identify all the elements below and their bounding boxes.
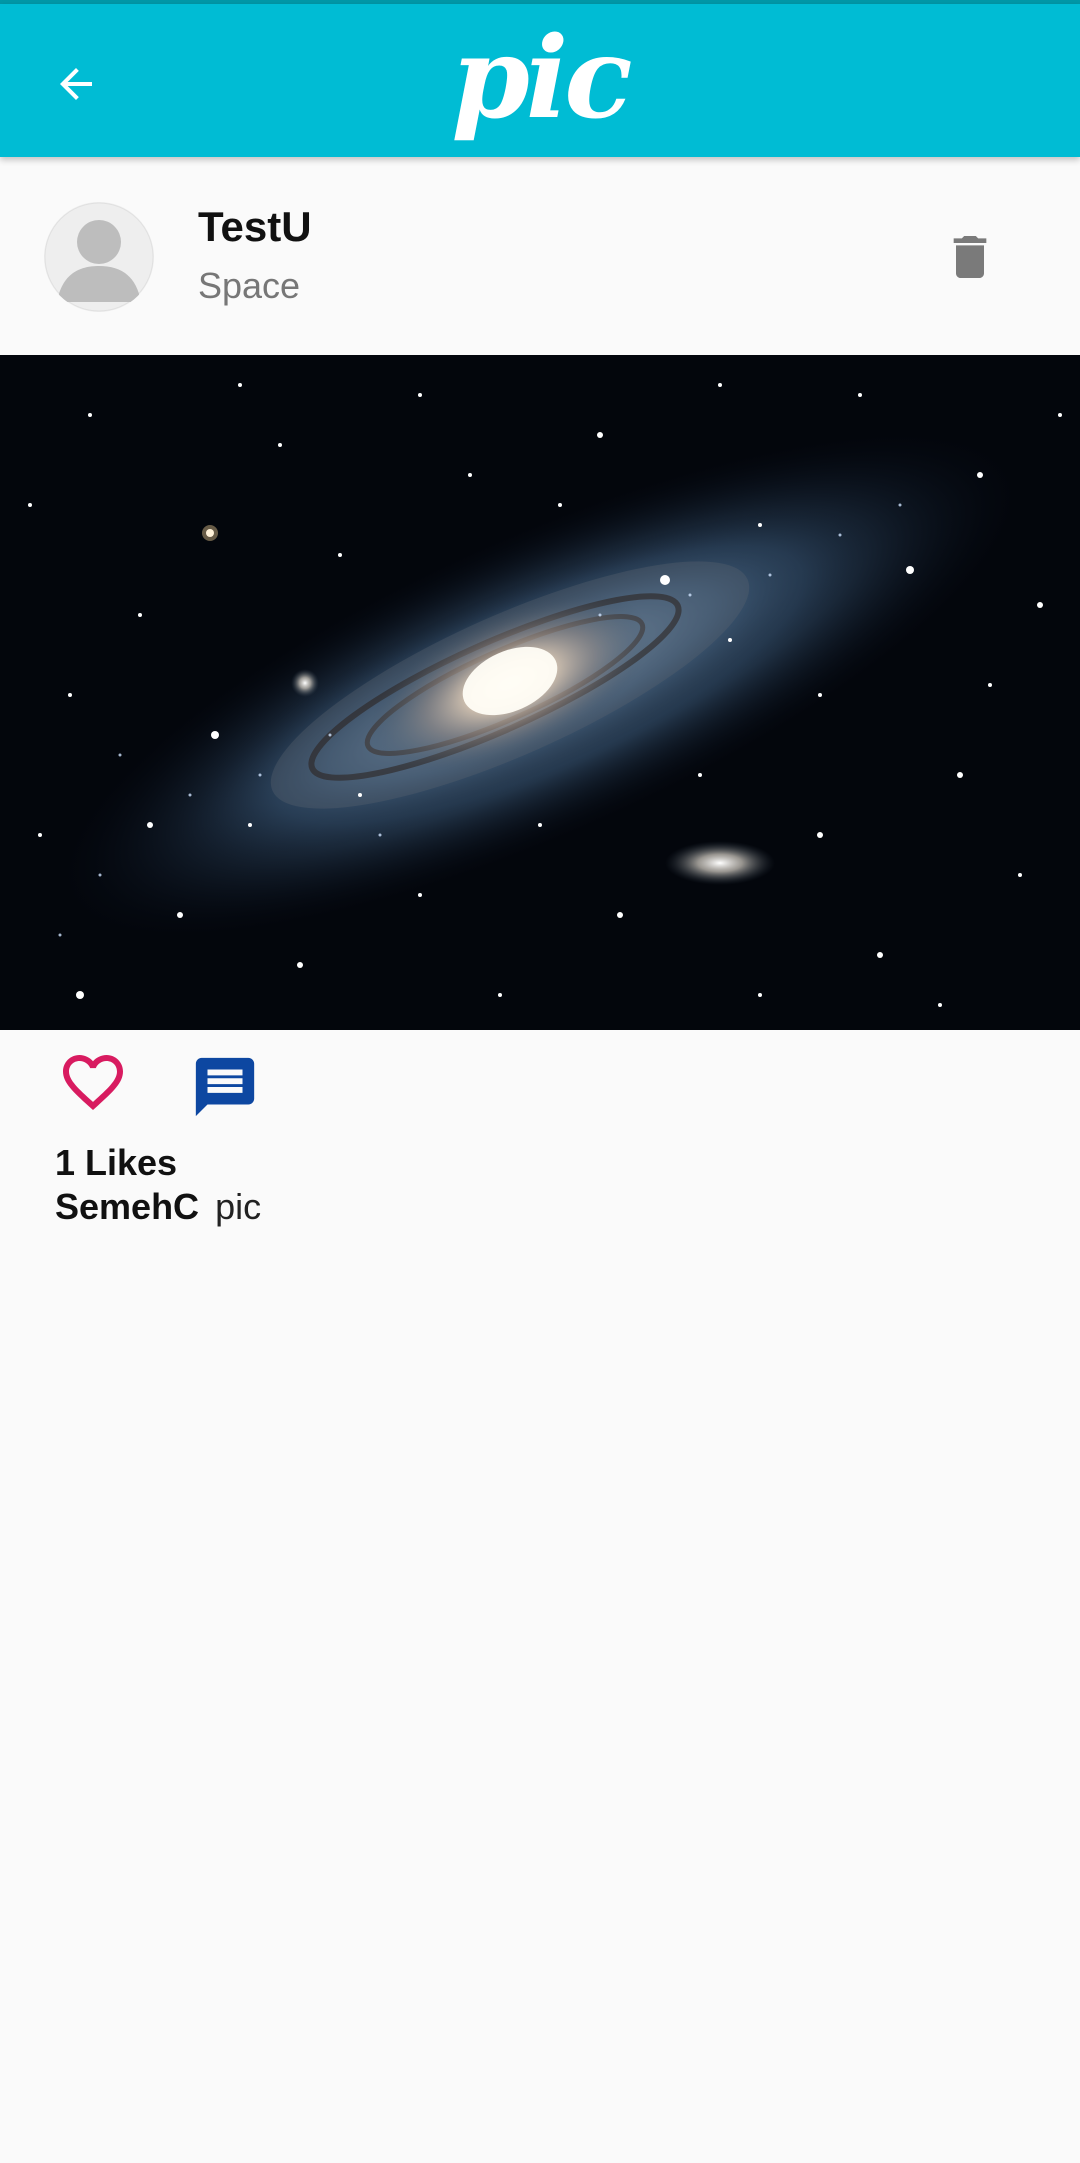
post-header: TestU Space: [0, 157, 1080, 355]
post-image[interactable]: [0, 355, 1080, 1030]
heart-outline-icon: [63, 1055, 123, 1111]
app-bar: pic: [0, 4, 1080, 157]
delete-button[interactable]: [940, 225, 1000, 289]
caption: SemehC pic: [55, 1186, 261, 1228]
default-avatar-icon: [44, 202, 154, 312]
comment-icon: [195, 1057, 255, 1117]
galaxy-photo: [0, 355, 1080, 1030]
caption-username[interactable]: SemehC: [55, 1186, 199, 1227]
post-category: Space: [198, 265, 301, 306]
trash-icon: [953, 236, 987, 278]
caption-text: pic: [215, 1186, 262, 1227]
likes-count: 1 Likes: [55, 1142, 178, 1183]
avatar[interactable]: [44, 202, 154, 312]
like-button[interactable]: [56, 1052, 130, 1118]
app-logo: pic: [451, 13, 632, 144]
post-username[interactable]: TestU: [198, 203, 312, 251]
comment-button[interactable]: [190, 1052, 260, 1122]
